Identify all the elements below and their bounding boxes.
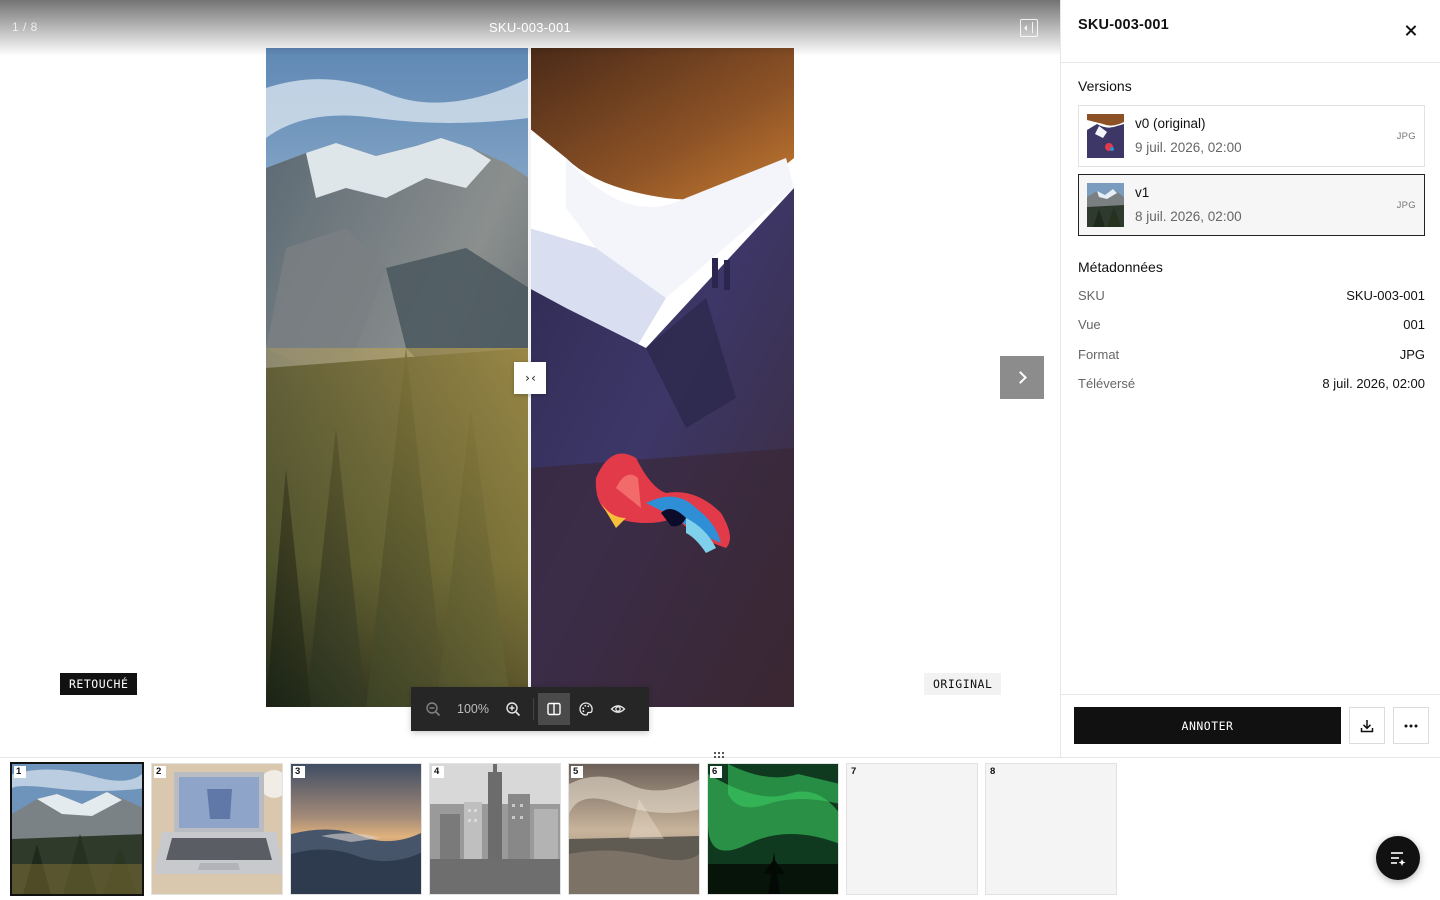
thumbnail-item-6[interactable]: 6 xyxy=(707,763,839,895)
panel-title: SKU-003-001 xyxy=(1078,17,1169,33)
thumbnail-number: 3 xyxy=(293,766,305,778)
metadata-key: Téléversé xyxy=(1078,376,1136,391)
palette-icon xyxy=(579,702,593,716)
thumbnail-item-4[interactable]: 4 xyxy=(429,763,561,895)
thumbnail-image xyxy=(152,764,282,894)
viewer-title: SKU-003-001 xyxy=(488,20,572,35)
download-button[interactable] xyxy=(1349,707,1385,744)
thumbnail-list: 1 2 3 4 5 6 7 8 xyxy=(10,762,1117,896)
zoom-in-button[interactable] xyxy=(497,693,529,725)
version-format: JPG xyxy=(1396,200,1416,211)
filmstrip: 1 2 3 4 5 6 7 8 xyxy=(0,752,1440,900)
thumbnail-item-8[interactable]: 8 xyxy=(985,763,1117,895)
zoom-out-button[interactable] xyxy=(417,693,449,725)
version-item-v0[interactable]: v0 (original) 9 juil. 2026, 02:00 JPG xyxy=(1078,105,1425,167)
thumbnail-item-5[interactable]: 5 xyxy=(568,763,700,895)
close-icon[interactable] xyxy=(1402,22,1420,40)
metadata-key: Vue xyxy=(1078,317,1101,332)
thumbnail-image xyxy=(569,764,699,894)
thumbnail-number: 1 xyxy=(14,766,26,778)
metadata-key: Format xyxy=(1078,347,1120,362)
tasks-fab-button[interactable] xyxy=(1376,836,1420,880)
more-options-button[interactable] xyxy=(1393,707,1429,744)
thumbnail-item-3[interactable]: 3 xyxy=(290,763,422,895)
version-thumbnail xyxy=(1087,114,1124,158)
metadata-key: SKU xyxy=(1078,288,1105,303)
version-format: JPG xyxy=(1396,131,1416,142)
image-viewer: 1 / 8 SKU-003-001 ›‹ RETOUCHÉ ORIGINAL 1… xyxy=(0,0,1060,757)
next-image-button[interactable] xyxy=(1000,356,1044,399)
resize-grip-icon[interactable] xyxy=(713,751,727,759)
metadata-value: SKU-003-001 xyxy=(1346,288,1425,303)
thumbnail-item-7[interactable]: 7 xyxy=(846,763,978,895)
viewer-toolbar: 100% xyxy=(411,687,649,731)
thumbnail-number: 2 xyxy=(154,766,166,778)
thumbnail-number: 7 xyxy=(851,766,857,777)
version-name: v1 xyxy=(1135,185,1150,200)
thumbnail-number: 5 xyxy=(571,766,583,778)
details-panel: SKU-003-001 Versions v0 (original) 9 jui… xyxy=(1060,0,1440,757)
thumbnail-image xyxy=(708,764,838,894)
eye-icon xyxy=(610,705,626,713)
thumbnail-image xyxy=(12,764,142,894)
more-horizontal-icon xyxy=(1404,724,1418,727)
metadata-value: 001 xyxy=(1403,317,1425,332)
version-date: 9 juil. 2026, 02:00 xyxy=(1135,140,1242,155)
panel-footer: ANNOTER xyxy=(1061,694,1440,757)
versions-heading: Versions xyxy=(1078,78,1132,94)
zoom-in-icon xyxy=(506,702,521,717)
metadata-row: Vue 001 xyxy=(1078,317,1425,337)
task-list-icon xyxy=(1391,852,1406,866)
chevron-right-icon xyxy=(1013,371,1027,384)
label-original: ORIGINAL xyxy=(924,673,1002,695)
app-root: 1 / 8 SKU-003-001 ›‹ RETOUCHÉ ORIGINAL 1… xyxy=(0,0,1440,900)
metadata-value: 8 juil. 2026, 02:00 xyxy=(1322,376,1425,391)
thumbnail-item-2[interactable]: 2 xyxy=(151,763,283,895)
metadata-row: Format JPG xyxy=(1078,347,1425,367)
zoom-out-icon xyxy=(426,702,441,717)
thumbnail-number: 6 xyxy=(710,766,722,778)
label-retouched: RETOUCHÉ xyxy=(60,673,138,695)
annotate-button[interactable]: ANNOTER xyxy=(1074,707,1341,744)
download-icon xyxy=(1360,719,1374,732)
toolbar-divider xyxy=(533,698,534,720)
compare-split-icon xyxy=(547,702,561,716)
metadata-heading: Métadonnées xyxy=(1078,259,1163,275)
thumbnail-image xyxy=(430,764,560,894)
split-handle[interactable]: ›‹ xyxy=(514,362,546,394)
compare-split-button[interactable] xyxy=(538,693,570,725)
visibility-button[interactable] xyxy=(602,693,634,725)
palette-button[interactable] xyxy=(570,693,602,725)
thumbnail-number: 8 xyxy=(990,766,996,777)
metadata-row: Téléversé 8 juil. 2026, 02:00 xyxy=(1078,376,1425,396)
version-thumbnail xyxy=(1087,183,1124,227)
version-date: 8 juil. 2026, 02:00 xyxy=(1135,209,1242,224)
panel-toggle-icon[interactable] xyxy=(1020,19,1038,37)
version-name: v0 (original) xyxy=(1135,116,1206,131)
metadata-value: JPG xyxy=(1399,347,1425,362)
thumbnail-number: 4 xyxy=(432,766,444,778)
version-item-v1[interactable]: v1 8 juil. 2026, 02:00 JPG xyxy=(1078,174,1425,236)
thumbnail-item-1[interactable]: 1 xyxy=(10,762,144,896)
thumbnail-image xyxy=(291,764,421,894)
zoom-level: 100% xyxy=(457,702,489,716)
panel-header: SKU-003-001 xyxy=(1061,0,1440,63)
metadata-row: SKU SKU-003-001 xyxy=(1078,288,1425,308)
